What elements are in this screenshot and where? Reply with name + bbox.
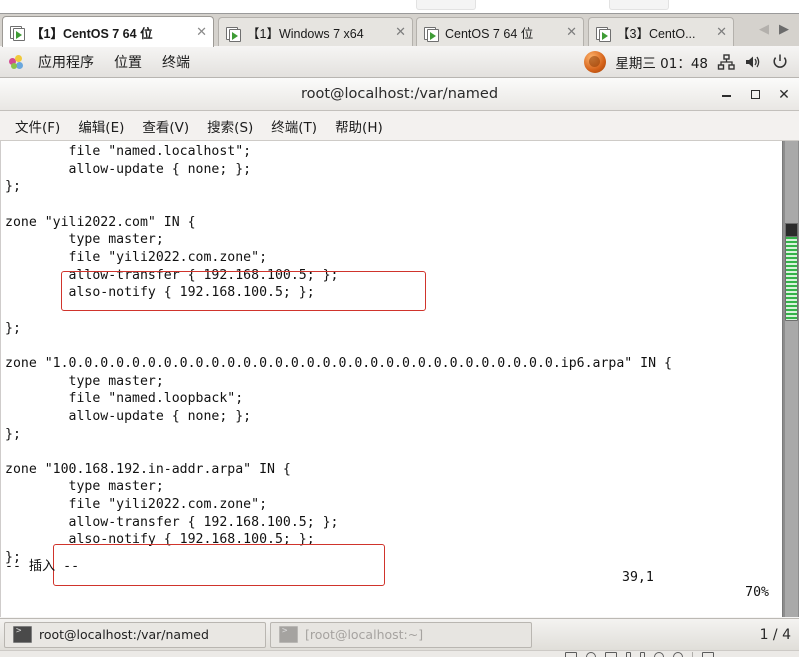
taskbar-item-0-label: root@localhost:/var/named [39,627,209,642]
workspace-pager[interactable]: 1 / 4 [760,627,799,643]
terminal-content-area[interactable]: file "named.localhost"; allow-update { n… [0,141,799,617]
vim-editor-text: file "named.localhost"; allow-update { n… [5,144,672,566]
display-icon[interactable] [702,652,714,657]
taskbar-item-1[interactable]: [root@localhost:~] [270,621,532,648]
vmware-tab-3-close-icon[interactable]: ✕ [714,26,729,39]
desktop-indicator-icon[interactable] [584,50,607,73]
clock[interactable]: 星期三 01：48 [615,52,708,72]
vmware-status-bar [0,650,799,657]
vim-status-line: -- 插入 -- 39,1 70% [5,540,777,615]
vmware-tab-1[interactable]: 【1】Windows 7 x64 ✕ [218,17,413,47]
usb-icon[interactable] [626,652,631,657]
virtual-machine-icon [596,26,611,42]
gnome-menu-applications[interactable]: 应用程序 [28,50,104,74]
network-icon[interactable] [717,53,735,71]
vmware-tab-2-label: CentOS 7 64 位 [445,27,534,41]
vmware-tab-bar: 【1】CentOS 7 64 位 ✕ 【1】Windows 7 x64 ✕ Ce… [0,13,799,47]
gnome-top-panel: 应用程序 位置 终端 星期三 01：48 [0,46,799,78]
vmware-toolbar-button-right[interactable] [609,0,669,10]
vim-mode-indicator: -- 插入 -- [5,559,80,574]
volume-icon[interactable] [744,53,762,71]
menu-search[interactable]: 搜索(S) [198,113,262,139]
power-icon[interactable] [771,53,789,71]
gnome-panel-tray: 星期三 01：48 [584,50,799,73]
vim-cursor-position: 39,1 [622,570,654,585]
vmware-device-icons [565,652,714,657]
gnome-menu-places[interactable]: 位置 [104,50,152,74]
menu-help[interactable]: 帮助(H) [326,113,392,139]
vmware-tab-2-close-icon[interactable]: ✕ [564,26,579,39]
sound-icon[interactable] [640,652,645,657]
terminal-scrollbar[interactable] [782,141,799,617]
network-adapter-icon[interactable] [605,652,617,657]
terminal-title: root@localhost:/var/named [300,86,499,102]
terminal-icon [279,626,298,643]
vmware-tab-2[interactable]: CentOS 7 64 位 ✕ [416,17,584,47]
menu-file[interactable]: 文件(F) [6,113,69,139]
camera-icon[interactable] [673,652,683,657]
vmware-tab-scroll-controls: ◀ ▶ [753,13,795,46]
vmware-toolbar-button-left[interactable] [416,0,476,10]
scrollbar-trough[interactable] [785,141,798,617]
vmware-tab-1-close-icon[interactable]: ✕ [393,26,408,39]
menu-view[interactable]: 查看(V) [133,113,198,139]
taskbar-item-0[interactable]: root@localhost:/var/named [4,621,266,648]
vmware-tab-0-close-icon[interactable]: ✕ [194,26,209,39]
virtual-machine-icon [424,26,439,42]
status-separator [692,652,693,657]
tab-scroll-left-icon[interactable]: ◀ [759,22,769,37]
terminal-icon [13,626,32,643]
virtual-machine-icon [10,25,25,41]
printer-icon[interactable] [654,652,664,657]
window-controls: ✕ [719,78,791,111]
gnome-bottom-panel: root@localhost:/var/named [root@localhos… [0,618,799,650]
screen: 【1】CentOS 7 64 位 ✕ 【1】Windows 7 x64 ✕ Ce… [0,0,799,657]
vmware-tab-1-label: 【1】Windows 7 x64 [247,27,364,41]
maximize-button[interactable] [748,87,762,103]
scrollbar-thumb[interactable] [785,223,798,321]
close-button[interactable]: ✕ [777,87,791,103]
tab-scroll-right-icon[interactable]: ▶ [779,22,789,37]
virtual-machine-icon [226,26,241,42]
menu-terminal[interactable]: 终端(T) [262,113,326,139]
applications-menu-icon [8,54,25,70]
vmware-tab-3-label: 【3】CentO... [617,27,696,41]
terminal-menu-bar: 文件(F) 编辑(E) 查看(V) 搜索(S) 终端(T) 帮助(H) [0,111,799,141]
terminal-title-bar[interactable]: root@localhost:/var/named ✕ [0,78,799,111]
menu-edit[interactable]: 编辑(E) [69,113,133,139]
terminal-window: root@localhost:/var/named ✕ 文件(F) 编辑(E) … [0,78,799,618]
minimize-button[interactable] [719,87,733,103]
vmware-tab-3[interactable]: 【3】CentO... ✕ [588,17,734,47]
gnome-menu-terminal[interactable]: 终端 [152,50,200,74]
harddisk-icon[interactable] [565,652,577,657]
gnome-panel-menus: 应用程序 位置 终端 [0,50,200,74]
vmware-top-strip [0,0,799,13]
vmware-tab-0-label: 【1】CentOS 7 64 位 [31,26,153,41]
cdrom-icon[interactable] [586,652,596,657]
vim-scroll-percent: 70% [745,585,769,600]
taskbar-item-1-label: [root@localhost:~] [305,627,424,642]
vmware-tab-0[interactable]: 【1】CentOS 7 64 位 ✕ [2,16,214,47]
